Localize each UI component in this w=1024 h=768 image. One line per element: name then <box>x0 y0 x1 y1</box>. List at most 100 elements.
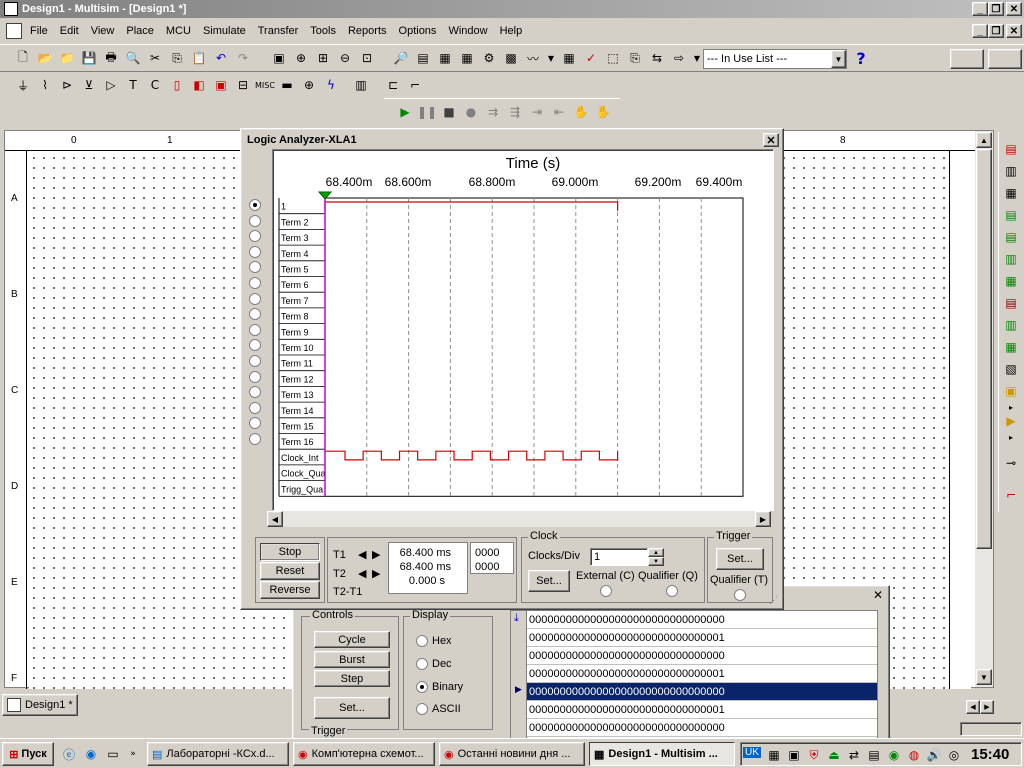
channel-radio[interactable] <box>249 214 261 227</box>
tray-network-icon[interactable]: ▦ <box>765 746 783 764</box>
task-chrome-2[interactable]: ◉ Останні новини дня ... <box>439 742 585 766</box>
toggle-fullscreen-icon[interactable]: ▣ <box>270 49 288 67</box>
menu-help[interactable]: Help <box>500 25 523 37</box>
word-row[interactable]: 00000000000000000000000000000000 <box>527 719 877 737</box>
frequency-counter-icon[interactable]: ▦ <box>1002 272 1020 290</box>
wattmeter-icon[interactable]: ▦ <box>1002 184 1020 202</box>
channel-radio[interactable] <box>249 199 261 211</box>
doc-restore-button[interactable]: ❐ <box>988 24 1004 38</box>
help-icon[interactable]: ? <box>852 49 870 68</box>
tabs-scroll-right[interactable]: ▶ <box>980 700 994 714</box>
hier-block-icon[interactable]: ⊏ <box>384 76 402 94</box>
step-over-icon[interactable]: ⇶ <box>506 103 524 121</box>
cmos-icon[interactable]: C <box>146 76 164 94</box>
channel-radio[interactable] <box>249 277 261 289</box>
print-preview-icon[interactable]: 🔍 <box>124 49 142 67</box>
mixed-icon[interactable]: ◧ <box>190 76 208 94</box>
menu-window[interactable]: Window <box>448 25 487 37</box>
word-generator-close[interactable]: ✕ <box>871 588 885 602</box>
menu-reports[interactable]: Reports <box>348 25 387 37</box>
menu-edit[interactable]: Edit <box>60 25 79 37</box>
copy-icon[interactable]: ⎘ <box>168 49 186 67</box>
burst-button[interactable]: Burst <box>314 651 390 668</box>
menu-file[interactable]: File <box>30 25 48 37</box>
panel-2-icon[interactable] <box>988 49 1022 69</box>
vertical-scrollbar[interactable]: ▲ ▼ <box>975 131 993 687</box>
calculator-icon[interactable]: ▦ <box>560 49 578 67</box>
external-radio[interactable] <box>600 585 612 597</box>
tray-display-icon[interactable]: ▣ <box>785 746 803 764</box>
open-sample-icon[interactable]: 📁 <box>58 49 76 67</box>
misc-digital-icon[interactable]: ▯ <box>168 76 186 94</box>
zoom-area-icon[interactable]: ⊞ <box>314 49 332 67</box>
in-use-list-dropdown[interactable]: ▼ <box>831 50 846 68</box>
t2-right-arrow-icon[interactable]: ▶ <box>372 567 380 580</box>
clocks-div-spin-down[interactable]: ▼ <box>648 557 664 566</box>
transfer-icon[interactable]: ⎘ <box>626 49 644 67</box>
tray-app-icon[interactable]: ▤ <box>865 746 883 764</box>
quicklaunch-desktop-icon[interactable]: ▭ <box>104 745 122 763</box>
quicklaunch-more-icon[interactable]: » <box>124 745 142 763</box>
tray-usb-icon[interactable]: ⇄ <box>845 746 863 764</box>
iv-analyzer-icon[interactable]: ▧ <box>1002 360 1020 378</box>
basic-icon[interactable]: ⌇ <box>36 76 54 94</box>
language-indicator[interactable]: UK <box>743 747 761 758</box>
tray-media-icon[interactable]: ◎ <box>945 746 963 764</box>
reverse-button[interactable]: Reverse <box>260 581 320 599</box>
analyzer-scroll-left[interactable]: ◀ <box>267 511 283 527</box>
word-row[interactable]: 00000000000000000000000000000001 <box>527 665 877 683</box>
channel-radio[interactable] <box>249 355 261 367</box>
redo-icon[interactable]: ↷ <box>234 49 252 67</box>
undo-icon[interactable]: ↶ <box>212 49 230 67</box>
mcu-icon[interactable]: ▥ <box>352 76 370 94</box>
misc-icon[interactable]: MISC <box>255 76 275 94</box>
tray-antivirus-icon[interactable]: ◉ <box>885 746 903 764</box>
grapher-icon[interactable]: ▤ <box>414 49 432 67</box>
spreadsheet-icon[interactable]: ▦ <box>458 49 476 67</box>
qualifier-q-radio[interactable] <box>666 585 678 597</box>
analysis-icon[interactable]: 〰 <box>524 49 542 67</box>
transistor-icon[interactable]: ⊻ <box>80 76 98 94</box>
task-multisim[interactable]: ▦ Design1 - Multisim ... <box>589 742 735 766</box>
diode-icon[interactable]: ⊳ <box>58 76 76 94</box>
channel-radio[interactable] <box>249 370 261 383</box>
doc-minimize-button[interactable]: _ <box>972 24 988 38</box>
scroll-thumb[interactable] <box>976 149 992 549</box>
step-into-icon[interactable]: ⇥ <box>528 103 546 121</box>
hex-radio[interactable] <box>416 635 428 647</box>
forward-annotate-icon[interactable]: ⇨ <box>670 49 688 67</box>
analyzer-hscroll[interactable]: ◀ ▶ <box>267 511 771 527</box>
channel-radio[interactable] <box>249 386 261 399</box>
binary-radio[interactable] <box>416 681 428 693</box>
step-out-icon[interactable]: ⇤ <box>550 103 568 121</box>
word-list[interactable]: ⤓ ▶ 00000000000000000000000000000000 0000… <box>510 610 878 747</box>
minimize-button[interactable]: _ <box>972 2 988 16</box>
find-icon[interactable]: 🔎 <box>392 49 410 67</box>
multimeter-icon[interactable]: ▤ <box>1002 140 1020 158</box>
component-wizard-icon[interactable]: ⚙ <box>480 49 498 67</box>
print-icon[interactable]: 🖶 <box>102 49 120 67</box>
peripherals-icon[interactable]: ▬ <box>278 76 296 94</box>
generator-set-button[interactable]: Set... <box>314 697 390 719</box>
word-row[interactable]: 00000000000000000000000000000001 <box>527 629 877 647</box>
run-icon[interactable]: ▶ <box>396 103 414 121</box>
zoom-fit-icon[interactable]: ⊡ <box>358 49 376 67</box>
more-arrow-2-icon[interactable]: ▸ <box>1002 428 1020 446</box>
logic-converter-icon[interactable]: ▦ <box>1002 338 1020 356</box>
start-button[interactable]: ⊞ Пуск <box>2 742 54 766</box>
tabs-scroll-left[interactable]: ◀ <box>966 700 980 714</box>
open-icon[interactable]: 📂 <box>36 49 54 67</box>
zoom-out-icon[interactable]: ⊖ <box>336 49 354 67</box>
analog-icon[interactable]: ▷ <box>102 76 120 94</box>
channel-radio[interactable] <box>249 292 261 305</box>
dec-radio[interactable] <box>416 658 428 670</box>
quicklaunch-media-icon[interactable]: ◉ <box>82 745 100 763</box>
zoom-in-icon[interactable]: ⊕ <box>292 49 310 67</box>
tray-safely-remove-icon[interactable]: ⏏ <box>825 746 843 764</box>
quicklaunch-ie-icon[interactable]: ⓔ <box>60 745 78 763</box>
design-tab[interactable]: Design1 * <box>2 694 78 716</box>
channel-radio[interactable] <box>249 433 261 445</box>
bode-plotter-icon[interactable]: ▥ <box>1002 250 1020 268</box>
tray-volume-icon[interactable]: 🔊 <box>925 746 943 764</box>
t2-left-arrow-icon[interactable]: ◀ <box>358 567 366 580</box>
